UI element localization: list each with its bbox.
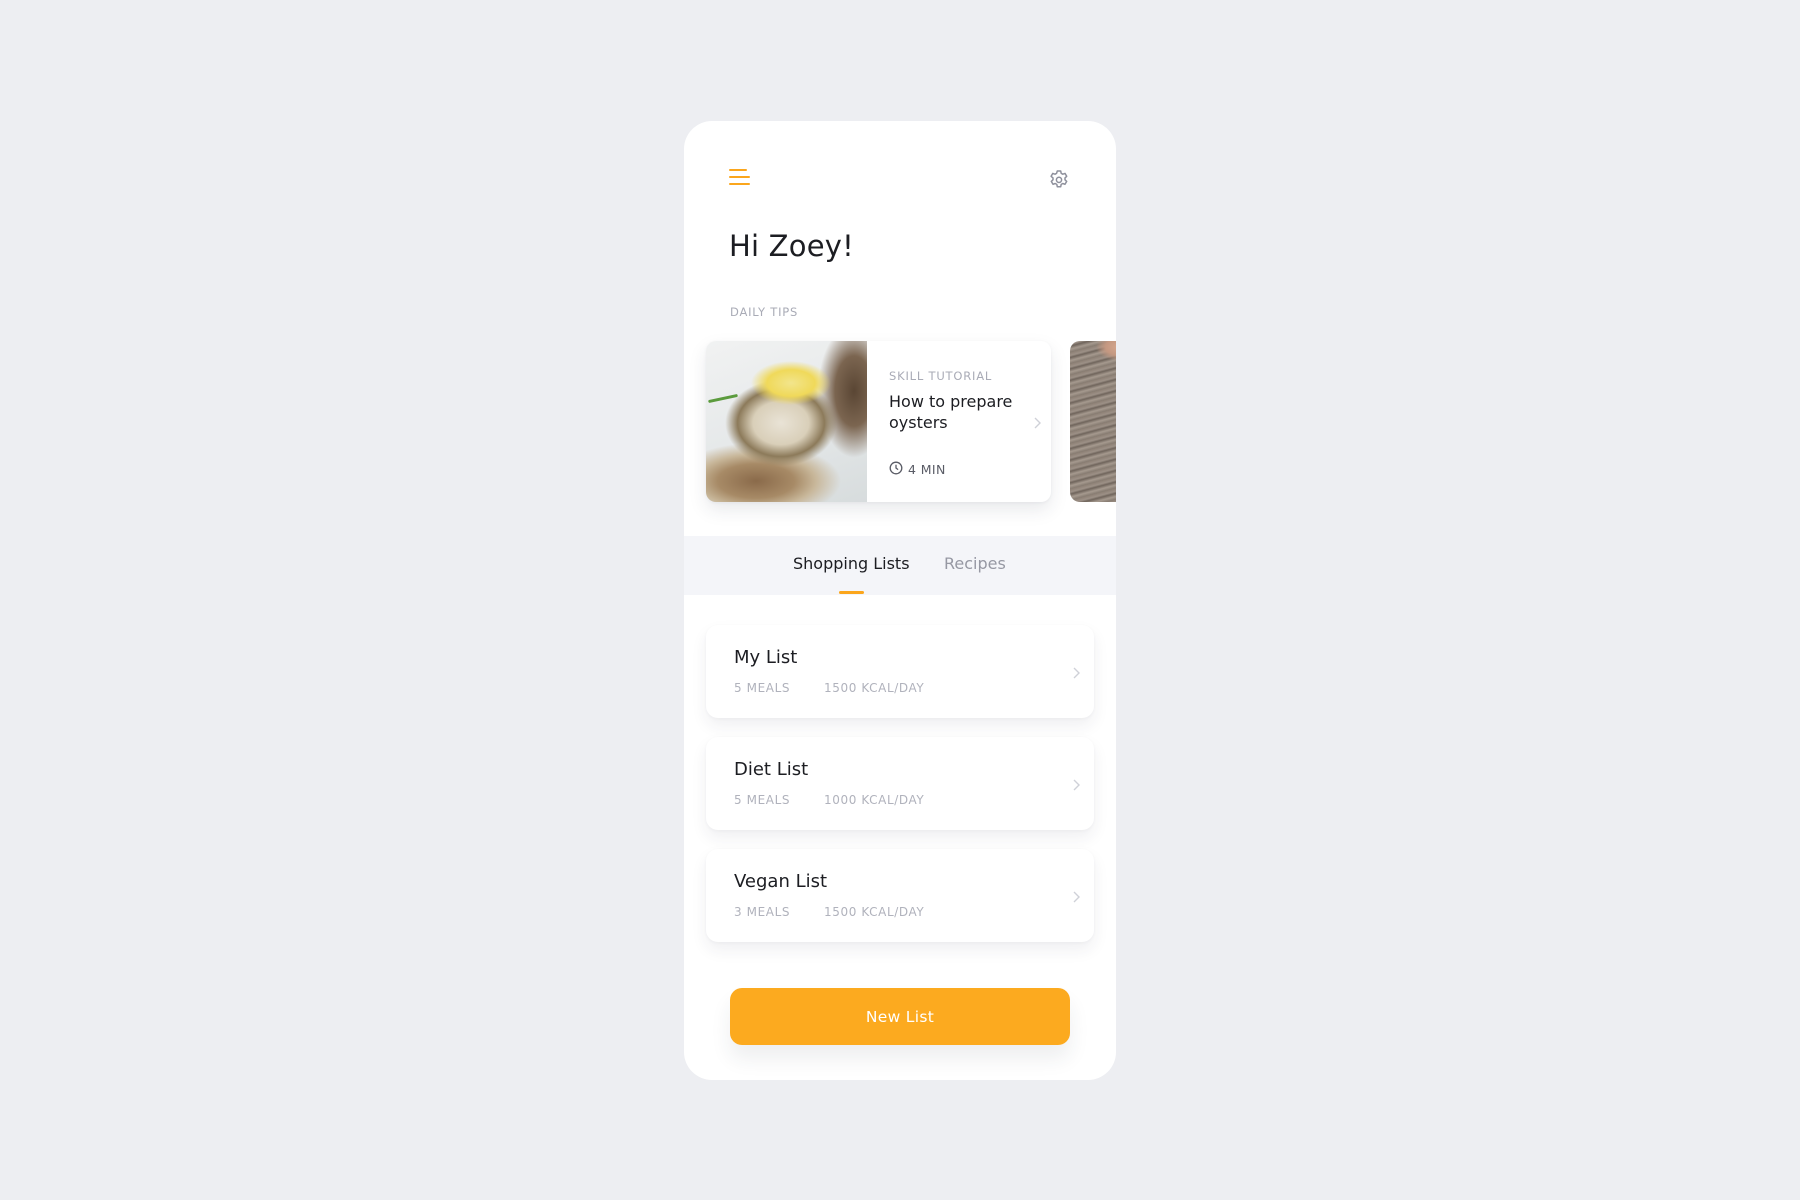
- app-screen: Hi Zoey! DAILY TIPS SKILL TUTORIAL How t…: [684, 121, 1116, 1080]
- menu-line: [729, 183, 750, 186]
- list-item[interactable]: Vegan List 3 MEALS 1500 KCAL/DAY: [706, 849, 1094, 942]
- tip-title: How to prepare oysters: [889, 392, 1013, 432]
- herb-garnish: [708, 393, 738, 404]
- list-kcal: 1500 KCAL/DAY: [824, 905, 925, 919]
- greeting-heading: Hi Zoey!: [729, 229, 854, 263]
- daily-tips-label: DAILY TIPS: [730, 305, 799, 319]
- menu-line: [729, 176, 750, 179]
- list-meals: 5 MEALS: [734, 681, 791, 695]
- tip-category: SKILL TUTORIAL: [889, 369, 993, 383]
- list-kcal: 1500 KCAL/DAY: [824, 681, 925, 695]
- tab-bar: Shopping Lists Recipes: [684, 536, 1116, 595]
- tab-shopping-lists[interactable]: Shopping Lists: [793, 554, 910, 573]
- list-name: Diet List: [734, 759, 809, 780]
- clock-icon: [889, 461, 903, 478]
- tab-recipes[interactable]: Recipes: [944, 554, 1006, 573]
- new-list-button[interactable]: New List: [730, 988, 1070, 1045]
- list-item[interactable]: Diet List 5 MEALS 1000 KCAL/DAY: [706, 737, 1094, 830]
- oysters-photo: [706, 341, 867, 502]
- hamburger-menu-icon[interactable]: [729, 166, 753, 188]
- tip-duration-text: 4 MIN: [908, 462, 946, 477]
- active-tab-indicator: [839, 591, 864, 594]
- list-name: My List: [734, 647, 798, 668]
- tip-card-body: SKILL TUTORIAL How to prepare oysters 4 …: [889, 341, 1042, 502]
- list-kcal: 1000 KCAL/DAY: [824, 793, 925, 807]
- tip-card-next-preview[interactable]: [1070, 341, 1116, 502]
- gear-icon[interactable]: [1047, 168, 1071, 192]
- daily-tips-carousel[interactable]: SKILL TUTORIAL How to prepare oysters 4 …: [706, 341, 1116, 511]
- menu-line: [729, 169, 747, 172]
- chevron-right-icon: [1071, 777, 1081, 791]
- tip-duration: 4 MIN: [889, 461, 946, 478]
- list-name: Vegan List: [734, 871, 828, 892]
- chevron-right-icon: [1071, 889, 1081, 903]
- list-meals: 3 MEALS: [734, 905, 791, 919]
- list-meals: 5 MEALS: [734, 793, 791, 807]
- list-item[interactable]: My List 5 MEALS 1500 KCAL/DAY: [706, 625, 1094, 718]
- tip-card[interactable]: SKILL TUTORIAL How to prepare oysters 4 …: [706, 341, 1051, 502]
- chevron-right-icon: [1032, 415, 1042, 429]
- chevron-right-icon: [1071, 665, 1081, 679]
